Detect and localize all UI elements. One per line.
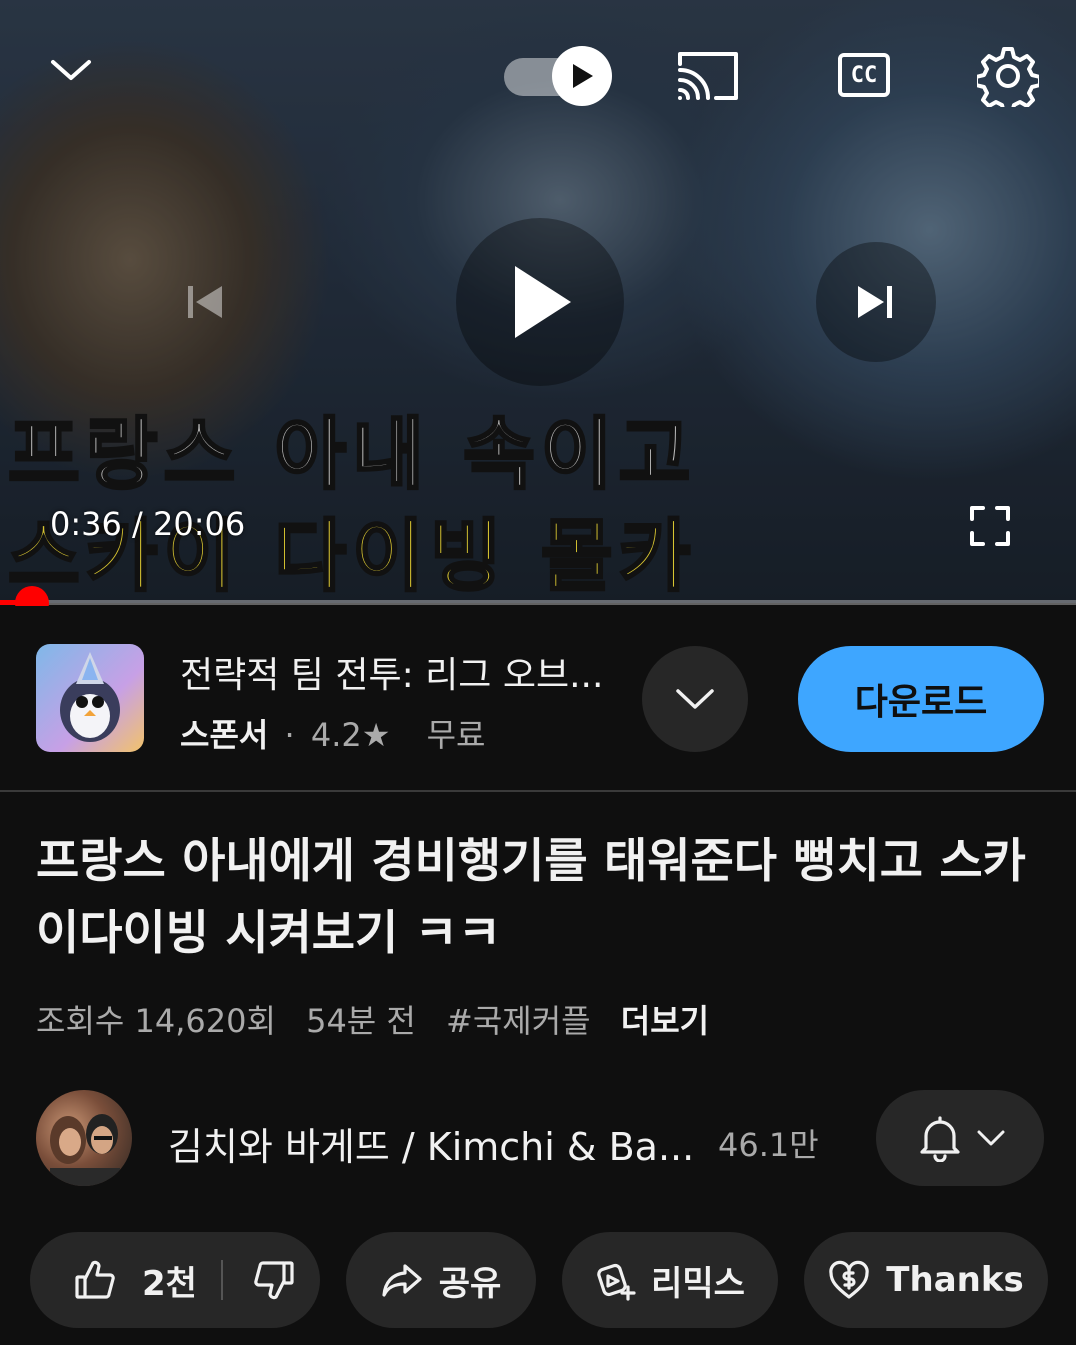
- share-label: 공유: [438, 1263, 502, 1304]
- avatar-photo: [50, 1114, 120, 1186]
- thanks-label: Thanks: [886, 1260, 1024, 1300]
- previous-button[interactable]: [176, 276, 232, 328]
- penguin-app-icon: [60, 652, 120, 742]
- settings-button[interactable]: [974, 42, 1042, 110]
- cc-icon: CC: [838, 53, 890, 97]
- subscriber-count: 46.1만: [718, 1126, 819, 1164]
- more-link[interactable]: 더보기: [621, 1002, 709, 1040]
- sponsored-ad[interactable]: 전략적 팀 전투: 리그 오브... 스폰서 · 4.2★ 무료 다운로드: [0, 606, 1076, 792]
- autoplay-knob: [552, 46, 612, 106]
- heart-dollar-icon: [829, 1260, 869, 1299]
- remix-button[interactable]: 리믹스: [562, 1232, 778, 1328]
- remix-label: 리믹스: [651, 1263, 745, 1304]
- ad-expand-button[interactable]: [642, 646, 748, 752]
- cast-button[interactable]: [674, 48, 742, 104]
- bell-icon: [920, 1116, 960, 1162]
- share-icon: [382, 1264, 422, 1297]
- thanks-button[interactable]: Thanks: [804, 1232, 1048, 1328]
- thumbnail-caption-line1: 프랑스 아내 속이고: [7, 409, 697, 502]
- like-count: 2천: [142, 1263, 197, 1304]
- autoplay-toggle[interactable]: [504, 46, 614, 106]
- fullscreen-icon: [970, 506, 1010, 546]
- ad-price: 무료: [426, 716, 486, 754]
- autoplay-toggle-icon: [573, 64, 593, 88]
- play-button[interactable]: [456, 218, 624, 386]
- dislike-button[interactable]: [223, 1232, 295, 1328]
- fullscreen-button[interactable]: [964, 500, 1016, 552]
- gear-icon: [977, 47, 1039, 107]
- chevron-down-icon: [977, 1130, 1005, 1146]
- progress-track[interactable]: [0, 600, 1076, 605]
- sponsor-label: 스폰서: [180, 716, 269, 754]
- thumbs-down-icon: [254, 1261, 294, 1300]
- minimize-button[interactable]: [40, 44, 102, 96]
- subscription-bell-button[interactable]: [876, 1090, 1044, 1186]
- next-button[interactable]: [816, 242, 936, 362]
- meta-separator: ·: [284, 716, 295, 754]
- download-button[interactable]: 다운로드: [798, 646, 1044, 752]
- chevron-down-icon: [676, 689, 714, 709]
- video-stats[interactable]: 조회수 14,620회 54분 전 #국제커플 더보기: [36, 996, 729, 1042]
- like-button[interactable]: 2천: [30, 1232, 197, 1328]
- ad-app-icon[interactable]: [36, 644, 144, 752]
- hashtag-link[interactable]: #국제커플: [446, 1002, 591, 1040]
- skip-previous-icon: [188, 286, 222, 318]
- ad-title[interactable]: 전략적 팀 전투: 리그 오브...: [180, 646, 603, 698]
- play-icon: [515, 266, 571, 338]
- remix-icon: [597, 1263, 636, 1301]
- channel-name[interactable]: 김치와 바게뜨 / Kimchi & Ba...: [168, 1116, 694, 1171]
- cast-icon: [678, 52, 738, 100]
- skip-next-icon: [858, 286, 892, 318]
- thumbs-up-icon: [75, 1260, 115, 1299]
- ad-rating: 4.2★: [310, 716, 391, 754]
- ad-meta: 스폰서 · 4.2★ 무료: [180, 710, 485, 756]
- upload-age: 54분 전: [306, 1002, 416, 1040]
- like-dislike-group: 2천: [30, 1232, 320, 1328]
- video-title[interactable]: 프랑스 아내에게 경비행기를 태워준다 뻥치고 스카이다이빙 시켜보기 ㅋㅋ: [36, 826, 1036, 970]
- avatar[interactable]: [36, 1090, 132, 1186]
- view-count: 조회수 14,620회: [36, 1002, 276, 1040]
- cc-label: CC: [850, 62, 878, 88]
- captions-button[interactable]: CC: [834, 48, 894, 102]
- video-player[interactable]: 프랑스 아내 속이고 스카이 다이빙 몰카 CC 0:36 / 20:06: [0, 0, 1076, 603]
- time-display: 0:36 / 20:06: [50, 505, 246, 543]
- chevron-down-icon: [51, 60, 91, 80]
- share-button[interactable]: 공유: [346, 1232, 536, 1328]
